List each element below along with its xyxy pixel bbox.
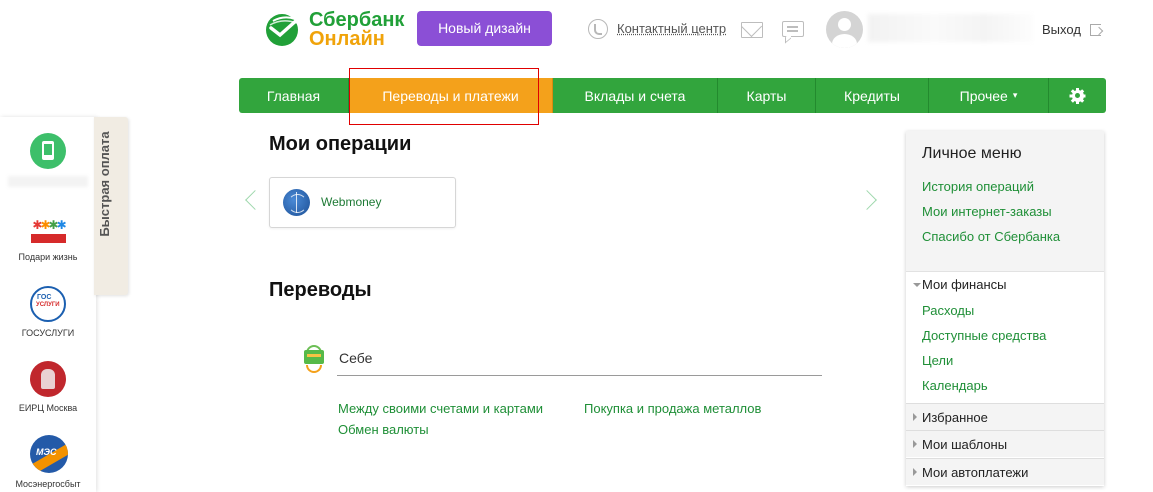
link-between-own-accounts[interactable]: Между своими счетами и картами bbox=[338, 401, 543, 416]
chevron-right-icon bbox=[913, 413, 917, 421]
main-nav: Главная Переводы и платежи Вклады и счет… bbox=[239, 78, 1106, 113]
tab-label: Кредиты bbox=[844, 87, 900, 104]
tab-credits[interactable]: Кредиты bbox=[816, 78, 929, 113]
podari-zhizn-logo[interactable]: ✱✱✱✱ bbox=[30, 218, 67, 246]
personal-menu-header: Личное меню История операций Мои интерне… bbox=[906, 131, 1104, 272]
link-goals[interactable]: Цели bbox=[922, 353, 953, 368]
sberbank-online-logo[interactable]: Сбербанк Онлайн bbox=[262, 9, 405, 50]
link-metals-trade[interactable]: Покупка и продажа металлов bbox=[584, 401, 761, 416]
section-label: Избранное bbox=[922, 410, 988, 425]
section-templates[interactable]: Мои шаблоны bbox=[906, 430, 1104, 457]
quick-pay-tab-label: Быстрая оплата bbox=[97, 131, 112, 237]
self-transfer-icon bbox=[302, 345, 326, 373]
self-transfer-label: Себе bbox=[339, 350, 373, 366]
personal-menu-title: Личное меню bbox=[922, 145, 1022, 162]
settings-button[interactable] bbox=[1049, 78, 1106, 113]
personal-menu: Личное меню История операций Мои интерне… bbox=[906, 131, 1104, 486]
logo-text-online: Онлайн bbox=[309, 28, 385, 50]
new-design-button[interactable]: Новый дизайн bbox=[417, 11, 552, 46]
transfers-title: Переводы bbox=[269, 279, 372, 301]
link-calendar[interactable]: Календарь bbox=[922, 378, 988, 393]
divider bbox=[337, 375, 822, 376]
operation-card-webmoney[interactable]: Webmoney bbox=[269, 177, 456, 228]
finances-title[interactable]: Мои финансы bbox=[922, 277, 1006, 292]
redacted-text bbox=[8, 176, 88, 187]
link-available-funds[interactable]: Доступные средства bbox=[922, 328, 1046, 343]
link-spasibo[interactable]: Спасибо от Сбербанка bbox=[922, 229, 1060, 244]
chevron-down-icon: ▾ bbox=[1012, 90, 1018, 100]
section-label: Мои шаблоны bbox=[922, 437, 1008, 452]
mail-icon[interactable] bbox=[741, 22, 763, 38]
tab-label: Переводы и платежи bbox=[382, 87, 519, 104]
chevron-down-icon bbox=[913, 283, 921, 287]
tab-label: Прочее bbox=[959, 87, 1008, 104]
avatar[interactable] bbox=[826, 11, 863, 48]
quick-pay-item-label[interactable]: ГОСУСЛУГИ bbox=[0, 328, 96, 338]
mes-logo-text: МЭС bbox=[36, 447, 57, 457]
section-favorites[interactable]: Избранное bbox=[906, 403, 1104, 430]
link-expenses[interactable]: Расходы bbox=[922, 303, 974, 318]
tab-other[interactable]: Прочее ▾ bbox=[929, 78, 1049, 113]
quick-pay-item-label[interactable]: ЕИРЦ Москва bbox=[0, 403, 96, 413]
quick-pay-item-label[interactable]: Подари жизнь bbox=[0, 252, 96, 262]
link-internet-orders[interactable]: Мои интернет-заказы bbox=[922, 204, 1052, 219]
chevron-left-icon[interactable] bbox=[244, 190, 258, 212]
link-currency-exchange[interactable]: Обмен валюты bbox=[338, 422, 429, 437]
webmoney-icon bbox=[283, 189, 310, 216]
tab-label: Главная bbox=[266, 87, 321, 104]
link-operations-history[interactable]: История операций bbox=[922, 179, 1034, 194]
tab-label: Карты bbox=[746, 87, 787, 104]
gear-icon bbox=[1069, 87, 1086, 104]
tab-main[interactable]: Главная bbox=[239, 78, 349, 113]
operation-label: Webmoney bbox=[321, 195, 382, 209]
sberbank-logo-icon bbox=[266, 14, 300, 46]
username-redacted bbox=[868, 14, 1034, 42]
phone-icon bbox=[588, 19, 608, 39]
eirc-moscow-logo[interactable] bbox=[30, 361, 66, 397]
logout-icon[interactable] bbox=[1090, 24, 1101, 36]
mosenergosbyt-logo[interactable]: МЭС bbox=[30, 435, 68, 473]
chevron-right-icon bbox=[913, 468, 917, 476]
tab-cards[interactable]: Карты bbox=[718, 78, 816, 113]
chat-icon[interactable] bbox=[782, 21, 804, 37]
logout-link[interactable]: Выход bbox=[1042, 22, 1081, 37]
chevron-right-icon bbox=[913, 440, 917, 448]
contact-center-link[interactable]: Контактный центр bbox=[617, 21, 726, 36]
tab-label: Вклады и счета bbox=[584, 87, 686, 104]
chevron-right-icon[interactable] bbox=[864, 190, 878, 212]
section-autopayments[interactable]: Мои автоплатежи bbox=[906, 458, 1104, 485]
gosuslugi-logo[interactable] bbox=[30, 286, 66, 322]
tab-deposits-accounts[interactable]: Вклады и счета bbox=[553, 78, 718, 113]
operations-title: Мои операции bbox=[269, 133, 412, 155]
section-label: Мои автоплатежи bbox=[922, 465, 1029, 480]
logo-text-sberbank: Сбербанк bbox=[309, 9, 405, 31]
mobile-payment-icon[interactable] bbox=[30, 133, 66, 169]
tab-transfers-payments[interactable]: Переводы и платежи bbox=[349, 78, 553, 113]
quick-pay-item-label[interactable]: Мосэнергосбыт bbox=[0, 479, 96, 489]
